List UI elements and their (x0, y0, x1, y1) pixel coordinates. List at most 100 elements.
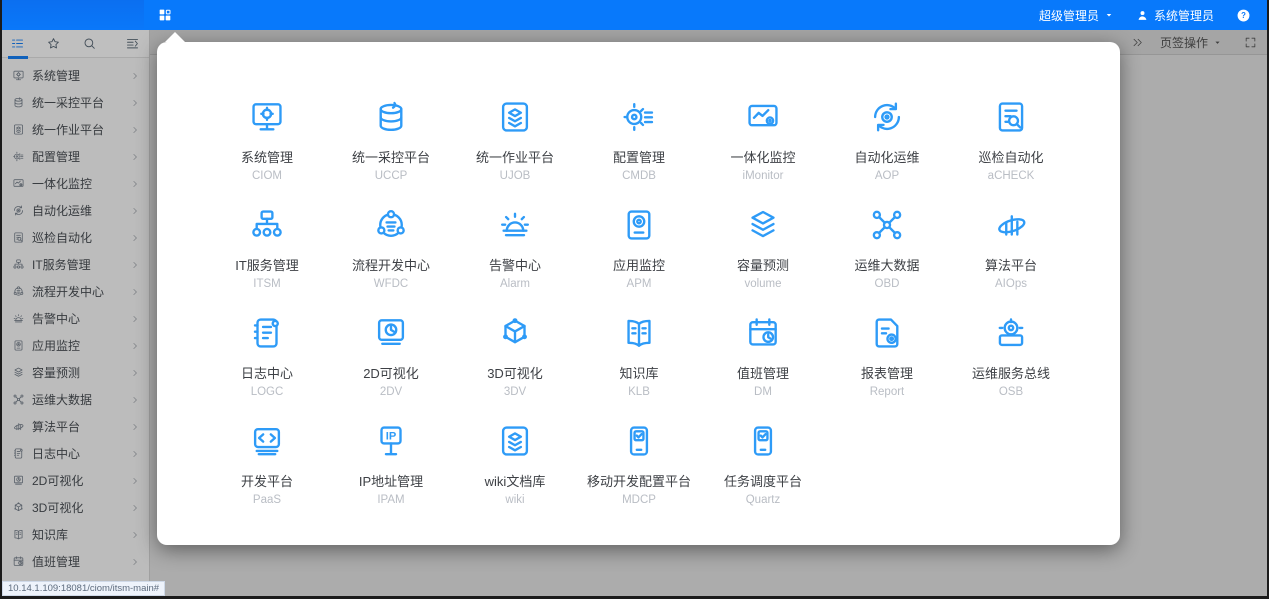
app-tile-code: Quartz (746, 494, 781, 506)
app-tile-name: 运维服务总线 (972, 363, 1050, 382)
app-tile-alarm[interactable]: 告警中心 Alarm (453, 206, 577, 290)
app-tile-name: 容量预测 (737, 255, 789, 274)
app-tile-code: volume (744, 278, 781, 290)
user-label: 系统管理员 (1154, 7, 1214, 24)
app-tile-code: APM (627, 278, 652, 290)
doc-search-icon (992, 98, 1030, 136)
app-tile-code: wiki (505, 494, 524, 506)
ip-sign-icon: IP (372, 422, 410, 460)
stack-icon (744, 206, 782, 244)
app-tile-code: iMonitor (743, 170, 784, 182)
app-tile-name: 算法平台 (985, 255, 1037, 274)
gear-list-icon (620, 98, 658, 136)
app-tile-name: 应用监控 (613, 255, 665, 274)
app-tile-code: MDCP (622, 494, 656, 506)
app-tile-apm[interactable]: 应用监控 APM (577, 206, 701, 290)
app-tile-code: CMDB (622, 170, 656, 182)
app-tile-name: IT服务管理 (235, 255, 299, 274)
app-tile-wfdc[interactable]: 流程开发中心 WFDC (329, 206, 453, 290)
monitor-gear-icon (248, 98, 286, 136)
app-tile-logc[interactable]: 日志中心 LOGC (205, 314, 329, 398)
app-tile-osb[interactable]: 运维服务总线 OSB (949, 314, 1073, 398)
book-icon (620, 314, 658, 352)
database-icon (372, 98, 410, 136)
app-tile-2dv[interactable]: 2D可视化 2DV (329, 314, 453, 398)
app-tile-name: 报表管理 (861, 363, 913, 382)
app-tile-code: CIOM (252, 170, 282, 182)
phone-check-icon (620, 422, 658, 460)
help-button[interactable]: ? (1236, 8, 1251, 23)
app-tile-name: 3D可视化 (487, 363, 543, 382)
app-tile-name: 日志中心 (241, 363, 293, 382)
app-tile-paas[interactable]: 开发平台 PaaS (205, 422, 329, 506)
app-tile-mdcp[interactable]: 移动开发配置平台 MDCP (577, 422, 701, 506)
app-tile-name: 知识库 (619, 363, 658, 382)
app-tile-aop[interactable]: 自动化运维 AOP (825, 98, 949, 182)
app-tile-aiops[interactable]: 算法平台 AIOps (949, 206, 1073, 290)
app-tile-quartz[interactable]: 任务调度平台 Quartz (701, 422, 825, 506)
gear-sync-icon (868, 98, 906, 136)
role-switcher[interactable]: 超级管理员 (1039, 7, 1114, 24)
topbar: 超级管理员 系统管理员 ? (2, 0, 1267, 30)
app-tile-name: 一体化监控 (730, 147, 795, 166)
app-tile-code: Alarm (500, 278, 530, 290)
app-tile-code: IPAM (377, 494, 404, 506)
code-screen-icon (248, 422, 286, 460)
doc-gear-icon (868, 314, 906, 352)
app-tile-name: 运维大数据 (854, 255, 919, 274)
app-tile-name: 统一作业平台 (476, 147, 554, 166)
app-tile-uccp[interactable]: 统一采控平台 UCCP (329, 98, 453, 182)
app-tile-itsm[interactable]: IT服务管理 ITSM (205, 206, 329, 290)
app-tile-code: AIOps (995, 278, 1027, 290)
apps-grid: 系统管理 CIOM 统一采控平台 UCCP 统一作业平台 UJOB 配置管理 C… (157, 42, 1120, 506)
layers-square-icon (496, 422, 534, 460)
layers-square-icon (496, 98, 534, 136)
camera-square-icon (620, 206, 658, 244)
role-label: 超级管理员 (1039, 7, 1099, 24)
app-tile-name: 系统管理 (241, 147, 293, 166)
app-tile-obd[interactable]: 运维大数据 OBD (825, 206, 949, 290)
app-tile-name: 告警中心 (489, 255, 541, 274)
app-tile-volume[interactable]: 容量预测 volume (701, 206, 825, 290)
caret-down-icon (1104, 10, 1114, 20)
app-tile-code: Report (870, 386, 905, 398)
apps-launcher-button[interactable] (154, 4, 176, 26)
flow-nodes-icon (372, 206, 410, 244)
app-tile-report[interactable]: 报表管理 Report (825, 314, 949, 398)
notebook-icon (248, 314, 286, 352)
app-tile-acheck[interactable]: 巡检自动化 aCHECK (949, 98, 1073, 182)
app-tile-name: 移动开发配置平台 (587, 471, 691, 490)
app-tile-imonitor[interactable]: 一体化监控 iMonitor (701, 98, 825, 182)
logo-area (2, 0, 144, 30)
person-icon (1136, 9, 1149, 22)
svg-text:?: ? (1241, 11, 1246, 20)
app-tile-ciom[interactable]: 系统管理 CIOM (205, 98, 329, 182)
statusbar-url: 10.14.1.109:18081/ciom/itsm-main# (2, 581, 165, 596)
app-tile-ipam[interactable]: IP IP地址管理 IPAM (329, 422, 453, 506)
app-tile-code: ITSM (253, 278, 280, 290)
app-launcher-modal: 系统管理 CIOM 统一采控平台 UCCP 统一作业平台 UJOB 配置管理 C… (157, 42, 1120, 545)
app-tile-name: IP地址管理 (359, 471, 423, 490)
app-tile-ujob[interactable]: 统一作业平台 UJOB (453, 98, 577, 182)
app-tile-name: wiki文档库 (485, 471, 546, 490)
app-tile-code: WFDC (374, 278, 409, 290)
app-tile-dm[interactable]: 值班管理 DM (701, 314, 825, 398)
apps-grid-icon (157, 7, 173, 23)
app-tile-klb[interactable]: 知识库 KLB (577, 314, 701, 398)
app-tile-wiki[interactable]: wiki文档库 wiki (453, 422, 577, 506)
app-tile-3dv[interactable]: 3D可视化 3DV (453, 314, 577, 398)
app-tile-code: DM (754, 386, 772, 398)
app-tile-name: 2D可视化 (363, 363, 419, 382)
cube-icon (496, 314, 534, 352)
app-tile-name: 值班管理 (737, 363, 789, 382)
app-tile-name: 配置管理 (613, 147, 665, 166)
app-tile-name: 巡检自动化 (978, 147, 1043, 166)
app-tile-code: OSB (999, 386, 1023, 398)
user-menu[interactable]: 系统管理员 (1136, 7, 1214, 24)
app-tile-cmdb[interactable]: 配置管理 CMDB (577, 98, 701, 182)
app-tile-code: LOGC (251, 386, 284, 398)
app-tile-code: UJOB (500, 170, 531, 182)
network-icon (868, 206, 906, 244)
app-tile-name: 任务调度平台 (724, 471, 802, 490)
topbar-right: 超级管理员 系统管理员 ? (1039, 7, 1267, 24)
